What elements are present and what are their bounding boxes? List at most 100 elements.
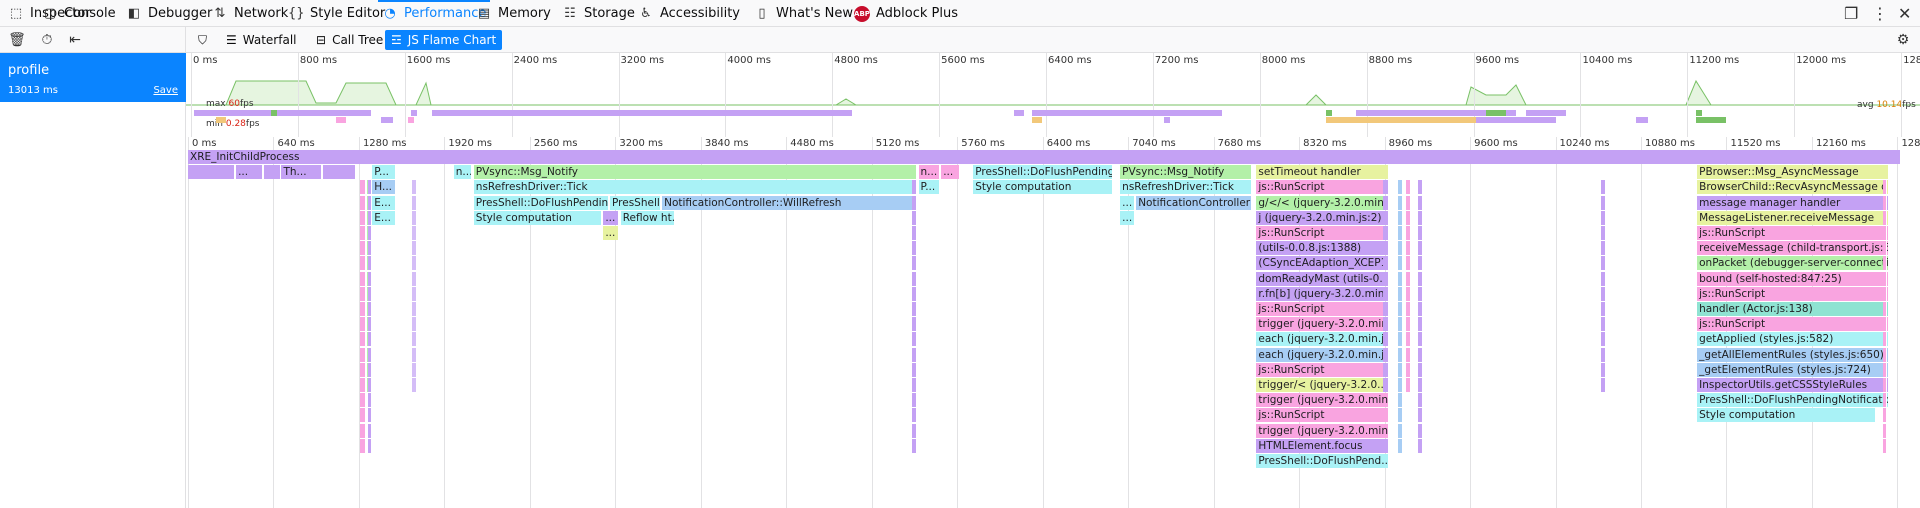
flame-frame-narrow[interactable] (1397, 438, 1404, 453)
flame-frame[interactable]: PresShell::DoFlushPendingN... (973, 165, 1114, 180)
flame-frame-narrow[interactable] (1417, 362, 1424, 377)
flame-frame-narrow[interactable] (412, 226, 417, 240)
save-recording-link[interactable]: Save (153, 85, 178, 96)
flame-chart[interactable]: 0 ms 640 ms 1280 ms 1920 ms 2560 ms 3200 ms 38… (186, 137, 1920, 508)
flame-frame[interactable] (322, 165, 357, 180)
flame-frame-narrow[interactable] (1417, 210, 1424, 225)
flame-frame[interactable]: (CSyncEAdaption_XCEP12... (1256, 256, 1389, 271)
flame-frame[interactable]: setTimeout handler (1256, 165, 1389, 180)
flame-frame[interactable]: g/</< (jquery-3.2.0.min.js:2) (1256, 195, 1389, 210)
flame-frame-narrow[interactable] (1600, 362, 1607, 377)
flame-frame-narrow[interactable] (1405, 347, 1411, 362)
flame-frame[interactable]: NotificationController::WillRefresh (1136, 195, 1253, 210)
flame-frame-narrow[interactable] (1417, 180, 1424, 195)
flame-frame[interactable]: r.fn[b] (jquery-3.2.0.min.js:4) (1256, 286, 1389, 301)
flame-frame-narrow[interactable] (1417, 302, 1424, 316)
dock-side-icon[interactable]: ❐ (1844, 0, 1858, 27)
flame-frame[interactable]: P... (372, 165, 397, 180)
flame-frame-narrow[interactable] (1600, 271, 1607, 286)
flame-frame[interactable]: Th... (281, 165, 322, 180)
flame-frame-narrow[interactable] (1600, 210, 1607, 225)
flame-frame-narrow[interactable] (911, 210, 917, 225)
flame-frame-narrow[interactable] (1383, 332, 1389, 347)
flame-frame-narrow[interactable] (1417, 241, 1424, 256)
flame-frame-narrow[interactable] (1882, 332, 1887, 347)
flame-frame[interactable]: ... (941, 165, 960, 180)
flame-frame[interactable]: js::RunScript (1256, 408, 1389, 423)
recording-item[interactable]: profile 13013 ms Save (0, 53, 186, 102)
flame-frame[interactable]: PresShell::DoFlushPend... (1256, 454, 1389, 468)
flame-frame-narrow[interactable] (367, 362, 372, 377)
flame-frame-narrow[interactable] (1417, 423, 1424, 438)
flame-frame-narrow[interactable] (367, 378, 372, 392)
flame-frame-narrow[interactable] (412, 256, 417, 271)
flame-frame-narrow[interactable] (412, 317, 417, 332)
flame-frame-narrow[interactable] (911, 195, 917, 210)
flame-frame-narrow[interactable] (1882, 210, 1887, 225)
flame-frame-narrow[interactable] (911, 286, 917, 301)
flame-frame-narrow[interactable] (1397, 226, 1404, 240)
flame-frame-narrow[interactable] (1882, 195, 1887, 210)
flame-frame-narrow[interactable] (911, 302, 917, 316)
flame-frame[interactable]: InspectorUtils.getCSSStyleRules (1697, 378, 1890, 392)
flame-frame[interactable]: PresShell::DoFlushPendingNot... (473, 195, 609, 210)
flame-frame-narrow[interactable] (412, 195, 417, 210)
flame-frame-narrow[interactable] (367, 408, 372, 423)
flame-frame-narrow[interactable] (1882, 347, 1887, 362)
tab-adblock-plus[interactable]: ABP Adblock Plus (854, 0, 958, 27)
flame-frame-narrow[interactable] (1383, 317, 1389, 332)
flame-frame[interactable]: js::RunScript (1256, 362, 1389, 377)
flame-frame-narrow[interactable] (1405, 256, 1411, 271)
flame-frame-narrow[interactable] (1600, 195, 1607, 210)
flame-frame[interactable]: PresShell::DoFlushPendingNotifications S… (1697, 393, 1890, 408)
flame-frame-narrow[interactable] (360, 241, 366, 256)
flame-frame-narrow[interactable] (1882, 302, 1887, 316)
flame-frame[interactable] (264, 165, 282, 180)
flame-frame[interactable]: BrowserChild::RecvAsyncMessage debug:ser… (1697, 180, 1890, 195)
flame-frame-narrow[interactable] (367, 226, 372, 240)
tab-memory[interactable]: ▤ Memory (476, 0, 551, 27)
flame-frame-narrow[interactable] (360, 362, 366, 377)
flame-frame[interactable]: receiveMessage (child-transport.js:65) (1697, 241, 1890, 256)
flame-frame-narrow[interactable] (1405, 302, 1411, 316)
flame-frame-narrow[interactable] (911, 362, 917, 377)
flame-frame-narrow[interactable] (412, 362, 417, 377)
tab-storage[interactable]: ☷ Storage (562, 0, 635, 27)
flame-frame-narrow[interactable] (360, 317, 366, 332)
flame-frame[interactable]: NotificationController::WillRefresh (662, 195, 918, 210)
flame-frame-narrow[interactable] (911, 332, 917, 347)
flame-frame-narrow[interactable] (1383, 362, 1389, 377)
flame-frame-narrow[interactable] (367, 423, 372, 438)
flame-frame-narrow[interactable] (911, 226, 917, 240)
flame-frame-narrow[interactable] (1417, 347, 1424, 362)
flame-frame-narrow[interactable] (911, 317, 917, 332)
flame-frame-narrow[interactable] (1405, 210, 1411, 225)
flame-frame-narrow[interactable] (1417, 317, 1424, 332)
flame-frame-narrow[interactable] (1600, 286, 1607, 301)
flame-frame-narrow[interactable] (412, 286, 417, 301)
flame-frame[interactable]: ... (603, 226, 620, 240)
flame-frame-narrow[interactable] (1397, 423, 1404, 438)
flame-frame[interactable]: (utils-0.0.8.js:1388) (1256, 241, 1389, 256)
flame-frame-narrow[interactable] (1882, 286, 1887, 301)
flame-frame-narrow[interactable] (412, 210, 417, 225)
flame-frame-narrow[interactable] (360, 378, 366, 392)
flame-frame-narrow[interactable] (367, 241, 372, 256)
flame-frame[interactable]: ... (1120, 210, 1135, 225)
more-options-icon[interactable]: ⋮ (1872, 0, 1888, 27)
flame-frame-narrow[interactable] (1600, 256, 1607, 271)
flame-frame[interactable]: E... (372, 210, 397, 225)
flame-frame[interactable]: js::RunScript (1256, 302, 1389, 316)
flame-frame-narrow[interactable] (1397, 180, 1404, 195)
flame-frame-narrow[interactable] (1383, 347, 1389, 362)
flame-frame-narrow[interactable] (367, 302, 372, 316)
flame-frame-narrow[interactable] (360, 302, 366, 316)
flame-frame-narrow[interactable] (1417, 271, 1424, 286)
flame-frame-narrow[interactable] (367, 393, 372, 408)
flame-frame[interactable]: P... (918, 180, 940, 195)
flame-frame-narrow[interactable] (367, 286, 372, 301)
flame-frame[interactable]: js::RunScript (1697, 226, 1890, 240)
flame-frame-narrow[interactable] (360, 226, 366, 240)
clear-recordings-icon[interactable]: 🗑 (8, 31, 26, 49)
flame-frame[interactable]: domReadyMast (utils-0.0... (1256, 271, 1389, 286)
